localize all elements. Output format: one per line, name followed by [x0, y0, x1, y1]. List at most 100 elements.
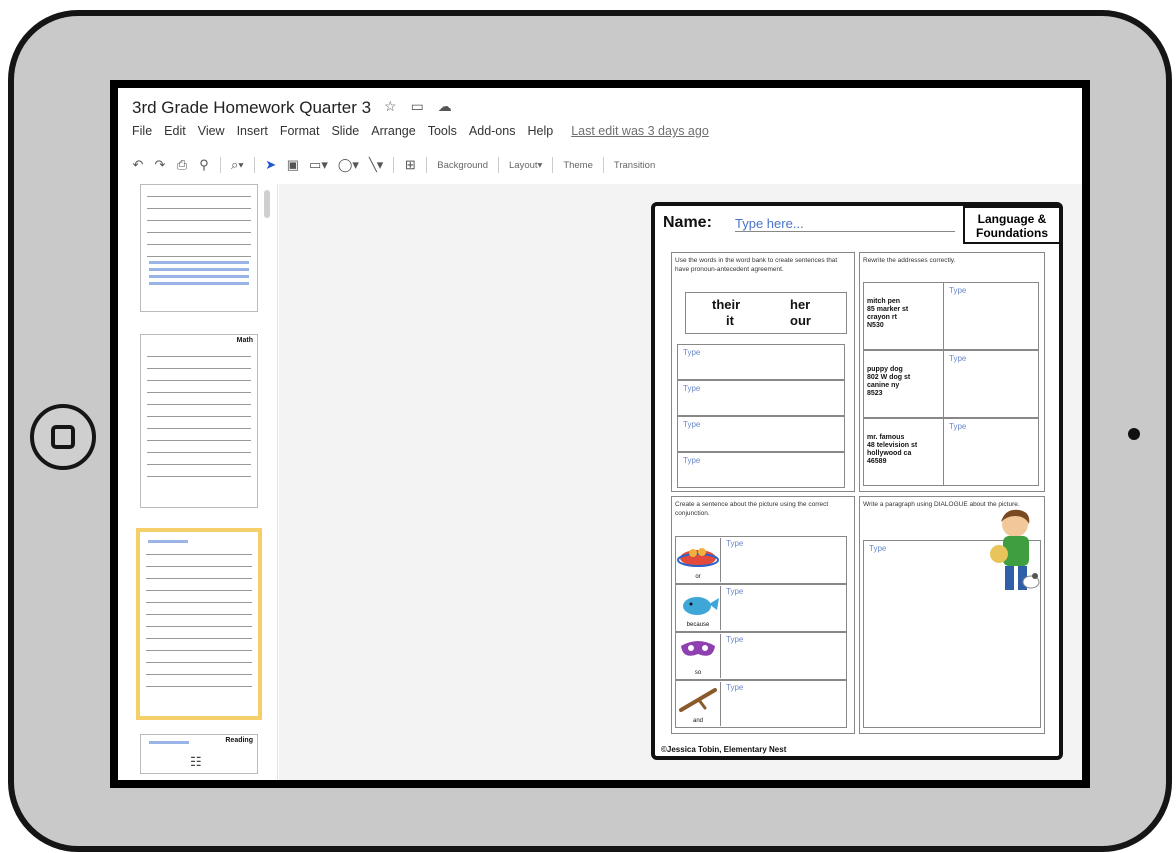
filmstrip-scrollbar[interactable]	[264, 190, 270, 218]
name-field[interactable]: Type here...	[735, 216, 955, 232]
conjunction-or: or	[695, 574, 701, 580]
slide-thumbnail-selected[interactable]	[136, 528, 262, 720]
pronoun-answer-1[interactable]: Type	[677, 344, 845, 380]
slide-thumbnail[interactable]	[140, 184, 258, 312]
zoom-icon[interactable]: ⌕▾	[231, 157, 244, 173]
toolbar-divider	[602, 157, 604, 173]
pronoun-answer-2[interactable]: Type	[677, 380, 845, 416]
address-instructions: Rewrite the addresses correctly.	[863, 257, 956, 264]
star-icon[interactable]: ☆	[384, 98, 397, 115]
folder-icon[interactable]: ▭	[411, 98, 424, 115]
comment-icon[interactable]: ⊞	[404, 157, 416, 173]
subject-badge: Language & Foundations	[963, 206, 1061, 244]
select-icon[interactable]: ➤	[265, 157, 277, 173]
toolbar-divider	[552, 157, 554, 173]
theme-button[interactable]: Theme	[563, 160, 593, 171]
toolbar-divider	[498, 157, 499, 173]
conjunction-answer-2[interactable]: Type	[721, 584, 847, 632]
thumb-label: Reading	[225, 737, 253, 744]
conjunction-so: so	[694, 670, 702, 676]
pronoun-instructions: Use the words in the word bank to create…	[675, 257, 838, 273]
home-button[interactable]	[30, 404, 96, 470]
toolbar: ↶ ↷ ⎙ ⚲ ⌕▾ ➤ ▣ ▭▾ ◯▾ ╲▾ ⊞ Background Lay…	[132, 150, 1072, 180]
address-line: mr. famous	[867, 434, 905, 441]
undo-icon[interactable]: ↶	[132, 157, 144, 173]
toolbar-divider	[220, 157, 221, 173]
child-with-dog-image	[985, 506, 1041, 602]
background-button[interactable]: Background	[437, 160, 488, 171]
cloud-icon[interactable]: ☁	[438, 98, 452, 115]
address-line: 8523	[867, 390, 883, 397]
address-3: mr. famous 48 television st hollywood ca…	[867, 434, 917, 466]
paint-format-icon[interactable]: ⚲	[198, 157, 210, 173]
title-icons: ☆ ▭ ☁	[384, 98, 452, 115]
address-line: 802 W dog st	[867, 374, 911, 381]
redo-icon[interactable]: ↷	[154, 157, 166, 173]
last-edit-link[interactable]: Last edit was 3 days ago	[571, 124, 709, 138]
address-line: crayon rt	[867, 314, 897, 321]
layout-button[interactable]: Layout▾	[509, 160, 542, 171]
menu-bar: File Edit View Insert Format Slide Arran…	[132, 124, 709, 138]
worksheet-slide: Name: Type here... Language & Foundation…	[651, 202, 1063, 760]
menu-addons[interactable]: Add-ons	[469, 124, 516, 138]
image-icon[interactable]: ▭▾	[309, 157, 328, 173]
mask-picture: so	[675, 634, 721, 678]
menu-slide[interactable]: Slide	[331, 124, 359, 138]
address-line: 46589	[867, 458, 887, 465]
camera-dot	[1128, 428, 1140, 440]
layout-label: Layout	[509, 159, 538, 171]
print-icon[interactable]: ⎙	[176, 157, 188, 173]
address-line: puppy dog	[867, 366, 903, 373]
menu-tools[interactable]: Tools	[428, 124, 457, 138]
stick-picture: and	[675, 682, 721, 726]
address-line: hollywood ca	[867, 450, 912, 457]
line-icon[interactable]: ╲▾	[369, 157, 383, 173]
menu-arrange[interactable]: Arrange	[371, 124, 415, 138]
address-answer-3[interactable]: Type	[943, 418, 1039, 486]
menu-format[interactable]: Format	[280, 124, 320, 138]
address-1: mitch pen 85 marker st crayon rt N530	[867, 298, 908, 330]
menu-edit[interactable]: Edit	[164, 124, 186, 138]
home-square-icon	[51, 425, 75, 449]
address-answer-2[interactable]: Type	[943, 350, 1039, 418]
stick-image	[679, 688, 717, 712]
toolbar-divider	[393, 157, 395, 173]
word-her: her	[790, 297, 811, 312]
conjunction-answer-4[interactable]: Type	[721, 680, 847, 728]
spaghetti-image	[677, 548, 719, 567]
conjunction-instructions: Create a sentence about the picture usin…	[675, 501, 829, 517]
document-title[interactable]: 3rd Grade Homework Quarter 3	[132, 98, 371, 118]
address-line: mitch pen	[867, 298, 901, 305]
slides-app: 3rd Grade Homework Quarter 3 ☆ ▭ ☁ File …	[118, 88, 1082, 780]
address-answer-1[interactable]: Type	[943, 282, 1039, 350]
conjunction-and: and	[692, 718, 703, 724]
name-label: Name:	[663, 214, 712, 231]
whale-image	[683, 597, 719, 615]
subject-line-1: Language &	[977, 212, 1047, 226]
mask-image	[681, 641, 715, 656]
pronoun-answer-3[interactable]: Type	[677, 416, 845, 452]
subject-line-2: Foundations	[976, 226, 1048, 240]
menu-file[interactable]: File	[132, 124, 152, 138]
address-line: 85 marker st	[867, 306, 909, 313]
word-bank: their her it our	[685, 292, 847, 334]
shape-icon[interactable]: ◯▾	[338, 157, 359, 173]
screen: 3rd Grade Homework Quarter 3 ☆ ▭ ☁ File …	[110, 80, 1090, 788]
pronoun-answer-4[interactable]: Type	[677, 452, 845, 488]
menu-help[interactable]: Help	[527, 124, 553, 138]
grid-view-icon[interactable]: ☷	[190, 754, 202, 770]
conjunction-answer-1[interactable]: Type	[721, 536, 847, 584]
toolbar-divider	[426, 157, 428, 173]
conjunction-answer-3[interactable]: Type	[721, 632, 847, 680]
slide-thumbnail-math[interactable]: Math	[140, 334, 258, 508]
word-our: our	[790, 313, 811, 328]
copyright-text: ©Jessica Tobin, Elementary Nest	[661, 745, 787, 754]
menu-insert[interactable]: Insert	[237, 124, 268, 138]
whale-picture: because	[675, 586, 721, 630]
word-their: their	[712, 297, 741, 312]
thumb-label: Math	[236, 337, 253, 344]
transition-button[interactable]: Transition	[614, 160, 655, 171]
address-2: puppy dog 802 W dog st canine ny 8523	[867, 366, 910, 398]
menu-view[interactable]: View	[198, 124, 225, 138]
text-box-icon[interactable]: ▣	[287, 157, 299, 173]
